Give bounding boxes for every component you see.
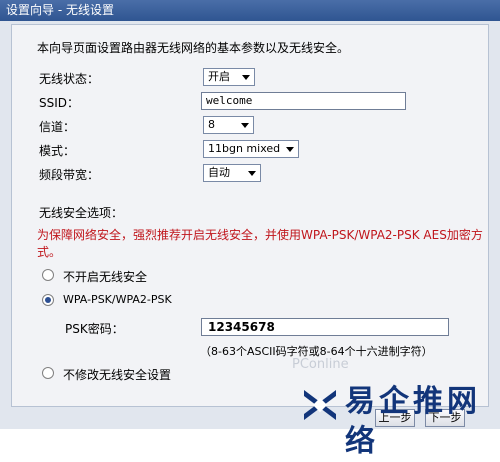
ssid-input[interactable]: welcome bbox=[201, 92, 406, 110]
watermark-logo-icon bbox=[304, 390, 336, 420]
bandwidth-label: 频段带宽： bbox=[39, 168, 100, 182]
wizard-container: 本向导页面设置路由器无线网络的基本参数以及无线安全。 无线状态： 开启 SSID… bbox=[0, 21, 500, 429]
chevron-down-icon bbox=[248, 171, 256, 176]
settings-panel: 本向导页面设置路由器无线网络的基本参数以及无线安全。 无线状态： 开启 SSID… bbox=[11, 24, 489, 407]
psk-label: PSK密码： bbox=[65, 322, 124, 336]
wireless-status-select[interactable]: 开启 bbox=[203, 68, 255, 86]
mode-label: 模式： bbox=[39, 144, 76, 158]
chevron-down-icon bbox=[241, 123, 249, 128]
chevron-down-icon bbox=[242, 75, 250, 80]
wireless-status-label: 无线状态： bbox=[39, 72, 100, 86]
chevron-down-icon bbox=[286, 147, 294, 152]
psk-password-input[interactable]: 12345678 bbox=[201, 318, 449, 336]
radio-no-security-label: 不开启无线安全 bbox=[63, 270, 148, 284]
bandwidth-value: 自动 bbox=[208, 166, 230, 179]
security-warning: 为保障网络安全，强烈推荐开启无线安全，并使用WPA-PSK/WPA2-PSK A… bbox=[37, 228, 483, 259]
channel-label: 信道： bbox=[39, 120, 76, 134]
bandwidth-select[interactable]: 自动 bbox=[203, 164, 261, 182]
mode-value: 11bgn mixed bbox=[208, 142, 281, 155]
security-section-title: 无线安全选项： bbox=[39, 206, 124, 220]
radio-wpa-psk-label: WPA-PSK/WPA2-PSK bbox=[63, 293, 172, 306]
intro-text: 本向导页面设置路由器无线网络的基本参数以及无线安全。 bbox=[37, 41, 350, 55]
radio-no-security[interactable] bbox=[42, 269, 54, 281]
window-title: 设置向导 - 无线设置 bbox=[0, 0, 500, 21]
radio-keep-security[interactable] bbox=[42, 367, 54, 379]
pconline-watermark: PConline bbox=[292, 357, 349, 372]
watermark-text: 易企推网络 bbox=[345, 384, 481, 459]
channel-value: 8 bbox=[208, 118, 215, 131]
channel-select[interactable]: 8 bbox=[203, 116, 254, 134]
mode-select[interactable]: 11bgn mixed bbox=[203, 140, 299, 158]
radio-keep-security-label: 不修改无线安全设置 bbox=[63, 368, 172, 382]
radio-wpa-psk[interactable] bbox=[42, 294, 54, 306]
wireless-status-value: 开启 bbox=[208, 70, 230, 83]
ssid-label: SSID： bbox=[39, 96, 80, 110]
